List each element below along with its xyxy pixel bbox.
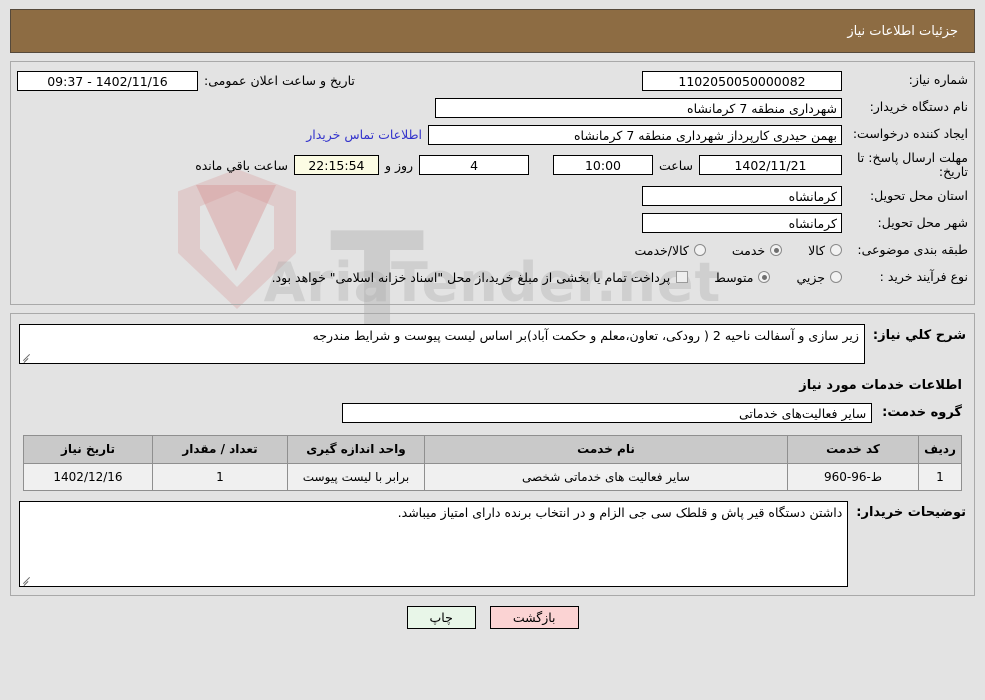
row-buyer-notes: توضیحات خریدار: داشتن دستگاه قیر پاش و ق…	[19, 500, 966, 587]
buyer-notes-textarea[interactable]: داشتن دستگاه قیر پاش و قلطک سی جی الزام …	[19, 500, 849, 587]
resize-handle-icon[interactable]	[22, 575, 32, 585]
resize-handle-icon[interactable]	[22, 352, 32, 362]
category-option-kala[interactable]: کالا	[808, 243, 842, 258]
row-need-number: شماره نیاز: 1102050050000082 تاریخ و ساع…	[17, 70, 968, 91]
services-section-title: اطلاعات خدمات مورد نیاز	[799, 377, 962, 393]
cell-quantity: 1	[152, 462, 288, 491]
row-service-group: گروه خدمت: سایر فعالیت‌های خدماتی	[19, 402, 962, 423]
print-button[interactable]: چاپ	[406, 605, 476, 629]
cell-service-code: ط-96-960	[787, 462, 919, 491]
creator-label: ایجاد کننده درخواست:	[852, 126, 968, 142]
row-creator: ایجاد کننده درخواست: بهمن حیدری کارپرداز…	[17, 124, 968, 145]
general-description-textarea[interactable]: زیر سازی و آسفالت ناحیه 2 ( رودکی، تعاون…	[19, 323, 865, 364]
category-label: طبقه بندی موضوعی:	[857, 242, 968, 258]
deadline-date-field[interactable]: 1402/11/21	[699, 155, 842, 176]
column-header-radif: ردیف	[918, 434, 962, 464]
category-option-label: خدمت	[731, 242, 766, 258]
row-general-description: شرح کلي نیاز: زیر سازی و آسفالت ناحیه 2 …	[19, 323, 966, 364]
buyer-org-label: نام دستگاه خریدار:	[869, 99, 968, 115]
purchase-type-radio-group: جزیي متوسط	[688, 270, 842, 285]
cell-unit: برابر با لیست پیوست	[287, 462, 425, 491]
row-deadline: مهلت ارسال پاسخ: تا تاریخ: 1402/11/21 سا…	[17, 150, 968, 180]
announce-datetime-label: تاریخ و ساعت اعلان عمومی:	[204, 73, 355, 88]
row-category: طبقه بندی موضوعی: کالا خدمت کالا/خدمت	[17, 240, 968, 261]
province-label: استان محل تحویل:	[869, 188, 968, 204]
row-purchase-type: نوع فرآیند خرید : جزیي متوسط پرداخت تمام…	[17, 267, 968, 288]
deadline-hour-field[interactable]: 10:00	[552, 155, 653, 176]
deadline-days-field[interactable]: 4	[419, 155, 530, 176]
deadline-gap	[529, 158, 553, 173]
buyer-notes-label: توضیحات خریدار:	[856, 504, 966, 520]
services-panel: شرح کلي نیاز: زیر سازی و آسفالت ناحیه 2 …	[10, 312, 975, 596]
page-header: جزئیات اطلاعات نیاز	[10, 9, 975, 53]
general-description-text: زیر سازی و آسفالت ناحیه 2 ( رودکی، تعاون…	[312, 327, 859, 343]
buyer-org-field[interactable]: شهرداری منطقه 7 کرمانشاه	[435, 97, 842, 118]
deadline-timer-label: ساعت باقي مانده	[195, 157, 288, 173]
province-field[interactable]: کرمانشاه	[642, 186, 842, 207]
service-group-label: گروه خدمت:	[882, 405, 962, 421]
treasury-bond-checkbox[interactable]	[676, 271, 689, 284]
treasury-bond-note: پرداخت تمام یا بخشی از مبلغ خرید،از محل …	[271, 269, 671, 285]
table-header-row: ردیف کد خدمت نام خدمت واحد اندازه گیری ت…	[23, 434, 962, 464]
row-buyer-org: نام دستگاه خریدار: شهرداری منطقه 7 کرمان…	[17, 97, 968, 118]
announce-datetime-field[interactable]: 1402/11/16 - 09:37	[17, 70, 198, 91]
purchase-type-option-motavaset[interactable]: متوسط	[714, 269, 771, 285]
deadline-days-label: روز و	[384, 157, 414, 173]
column-header-need-date: تاریخ نیاز	[23, 434, 153, 464]
city-label: شهر محل تحویل:	[877, 215, 968, 231]
radio-icon-selected[interactable]	[770, 244, 783, 257]
need-number-label: شماره نیاز:	[908, 72, 968, 88]
purchase-type-option-label: متوسط	[714, 269, 754, 285]
services-table: ردیف کد خدمت نام خدمت واحد اندازه گیری ت…	[23, 434, 962, 491]
cell-radif: 1	[918, 462, 962, 491]
radio-icon[interactable]	[830, 271, 842, 284]
row-city: شهر محل تحویل: کرمانشاه	[17, 213, 968, 234]
column-header-unit: واحد اندازه گیری	[287, 434, 425, 464]
back-button[interactable]: بازگشت	[489, 605, 579, 629]
column-header-service-code: کد خدمت	[787, 434, 919, 464]
purchase-type-label: نوع فرآیند خرید :	[879, 269, 968, 285]
column-header-quantity: تعداد / مقدار	[152, 434, 288, 464]
column-header-service-name: نام خدمت	[424, 434, 788, 464]
cell-need-date: 1402/12/16	[23, 462, 153, 491]
cell-service-name: سایر فعالیت های خدماتی شخصی	[424, 462, 788, 491]
table-row: 1 ط-96-960 سایر فعالیت های خدماتی شخصی ب…	[23, 462, 962, 491]
creator-field[interactable]: بهمن حیدری کارپرداز شهرداری منطقه 7 کرما…	[428, 124, 842, 145]
purchase-type-option-jozei[interactable]: جزیي	[796, 270, 842, 285]
deadline-countdown-field: 22:15:54	[293, 155, 379, 176]
buyer-contact-link[interactable]: اطلاعات تماس خریدار	[300, 127, 428, 142]
need-info-panel: شماره نیاز: 1102050050000082 تاریخ و ساع…	[10, 61, 975, 305]
radio-icon-selected[interactable]	[758, 271, 771, 284]
radio-icon[interactable]	[830, 244, 842, 257]
need-number-field[interactable]: 1102050050000082	[642, 70, 842, 91]
row-province: استان محل تحویل: کرمانشاه	[17, 186, 968, 207]
category-option-label: کالا/خدمت	[634, 242, 689, 258]
service-group-field[interactable]: سایر فعالیت‌های خدماتی	[342, 402, 873, 423]
action-buttons: بازگشت چاپ	[0, 605, 985, 629]
category-option-khedmat[interactable]: خدمت	[731, 242, 783, 258]
city-field[interactable]: کرمانشاه	[642, 213, 842, 234]
category-option-label: کالا	[808, 242, 825, 258]
general-description-label: شرح کلي نیاز:	[872, 327, 966, 343]
category-option-kala-khedmat[interactable]: کالا/خدمت	[634, 242, 706, 258]
category-radio-group: کالا خدمت کالا/خدمت	[608, 243, 842, 258]
page-title: جزئیات اطلاعات نیاز	[847, 23, 958, 39]
buyer-notes-text: داشتن دستگاه قیر پاش و قلطک سی جی الزام …	[397, 504, 843, 520]
radio-icon[interactable]	[693, 244, 706, 257]
purchase-type-option-label: جزیي	[796, 269, 825, 285]
deadline-hour-label: ساعت	[658, 157, 693, 173]
deadline-label: مهلت ارسال پاسخ: تا تاریخ:	[857, 150, 968, 180]
